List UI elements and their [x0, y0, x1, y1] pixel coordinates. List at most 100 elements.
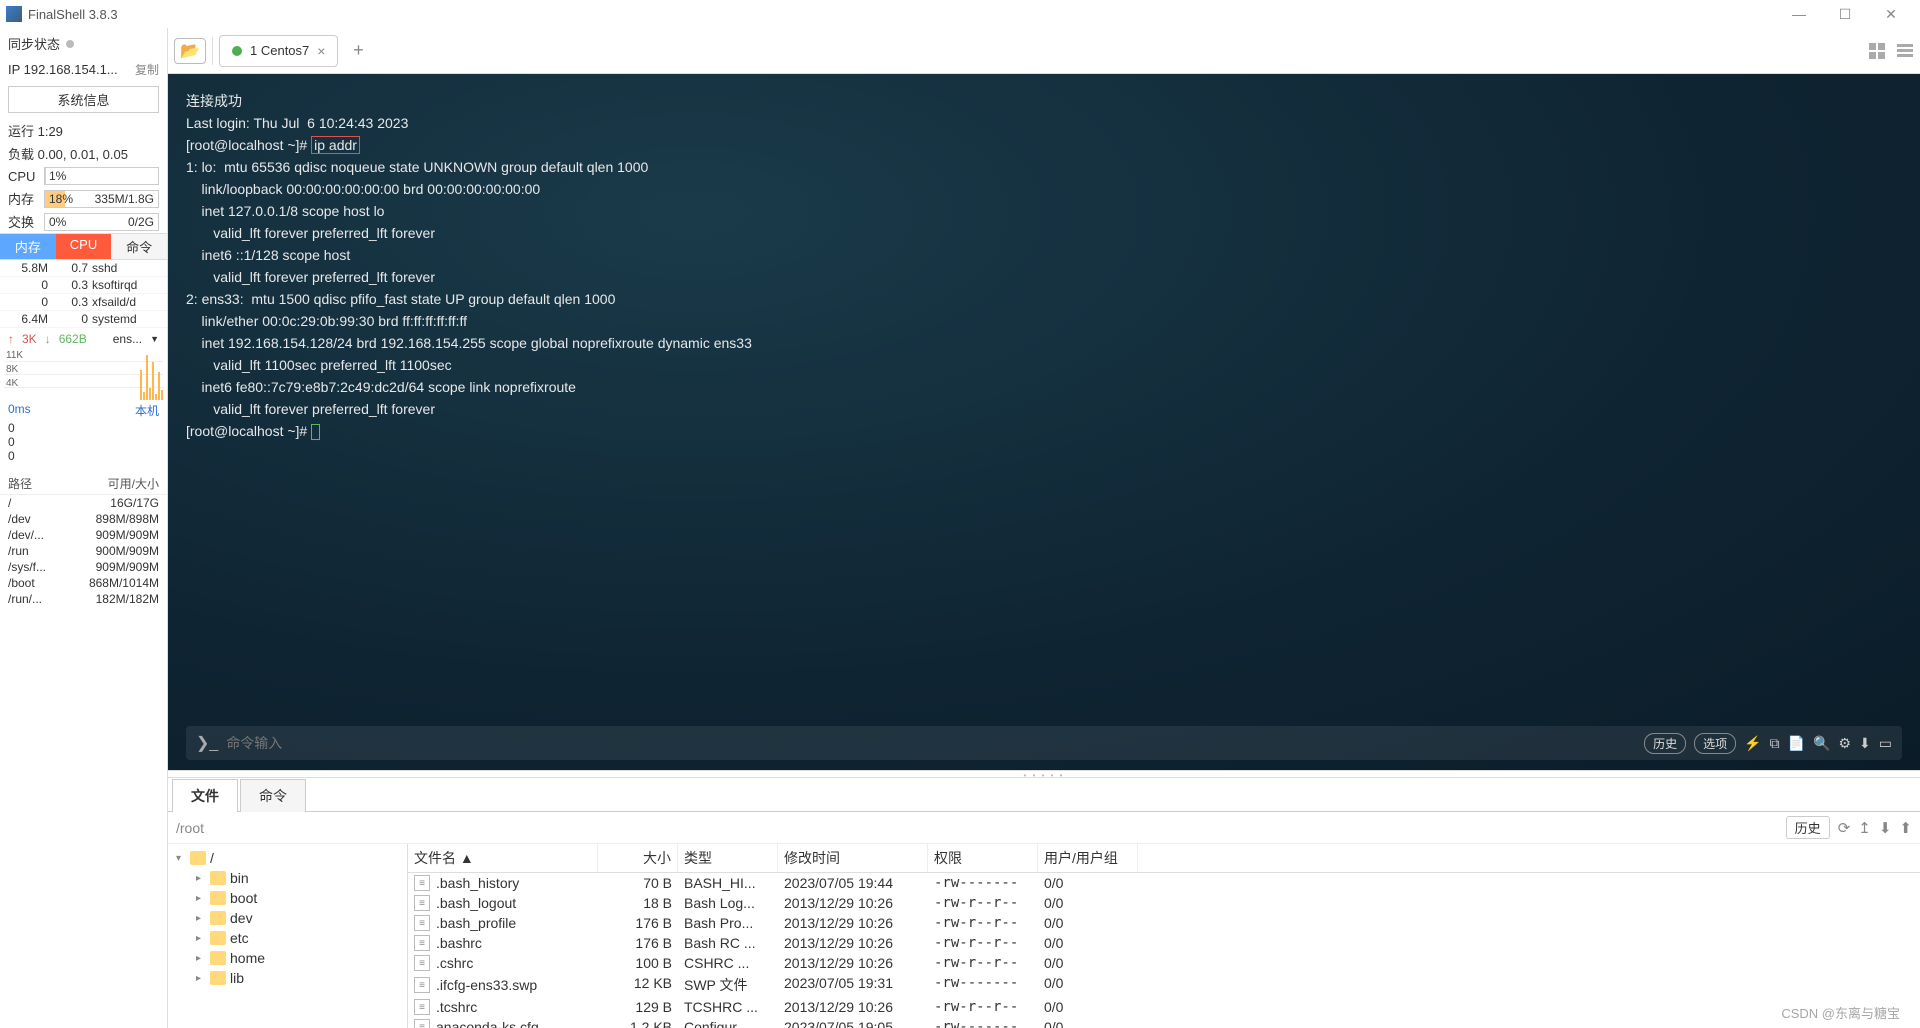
- sidebar: 同步状态 IP 192.168.154.1...复制 系统信息 运行 1:29 …: [0, 28, 168, 1028]
- chevron-down-icon[interactable]: ▼: [150, 334, 159, 344]
- copy-icon[interactable]: ⧉: [1770, 735, 1780, 752]
- open-folder-button[interactable]: 📂: [174, 38, 206, 64]
- network-chart: 11K 8K 4K: [4, 350, 163, 400]
- session-tab[interactable]: 1 Centos7 ×: [219, 35, 338, 67]
- app-icon: [6, 6, 22, 22]
- col-date[interactable]: 修改时间: [778, 844, 928, 872]
- status-dot-icon: [232, 46, 242, 56]
- file-row[interactable]: ≡.bashrc176 BBash RC ...2013/12/29 10:26…: [408, 933, 1920, 953]
- tree-node[interactable]: ▸dev: [168, 908, 407, 928]
- tab-memory[interactable]: 内存: [0, 234, 56, 259]
- close-button[interactable]: ✕: [1868, 6, 1914, 23]
- download-file-icon[interactable]: ⬇: [1879, 819, 1892, 837]
- download-icon[interactable]: ⬇: [1859, 735, 1871, 752]
- cpu-label: CPU: [8, 169, 38, 184]
- paste-icon[interactable]: 📄: [1788, 735, 1805, 752]
- disk-row: /dev898M/898M: [0, 511, 167, 527]
- swap-label: 交换: [8, 212, 38, 231]
- file-path: /root: [176, 820, 1778, 836]
- directory-tree: ▾/▸bin▸boot▸dev▸etc▸home▸lib: [168, 844, 408, 1028]
- settings-icon[interactable]: ⚙: [1838, 735, 1851, 752]
- tab-cpu[interactable]: CPU: [56, 234, 112, 259]
- ping-ms: 0ms: [8, 402, 31, 419]
- disk-table: 路径可用/大小 /16G/17G/dev898M/898M/dev/...909…: [0, 473, 167, 607]
- file-row[interactable]: ≡.cshrc100 BCSHRC ...2013/12/29 10:26-rw…: [408, 953, 1920, 973]
- file-icon: ≡: [414, 895, 430, 911]
- search-icon[interactable]: 🔍: [1813, 735, 1830, 752]
- titlebar: FinalShell 3.8.3 — ☐ ✕: [0, 0, 1920, 28]
- tab-cmd[interactable]: 命令: [111, 234, 167, 259]
- file-history-button[interactable]: 历史: [1786, 816, 1830, 839]
- file-row[interactable]: ≡.bash_history70 BBASH_HI...2023/07/05 1…: [408, 873, 1920, 893]
- refresh-icon[interactable]: ⟳: [1838, 819, 1851, 837]
- cpu-bar: 1%: [44, 167, 159, 185]
- file-icon: ≡: [414, 875, 430, 891]
- tree-node[interactable]: ▸bin: [168, 868, 407, 888]
- process-row[interactable]: 6.4M0systemd: [0, 311, 167, 328]
- folder-icon: [210, 871, 226, 885]
- minimize-button[interactable]: —: [1776, 6, 1822, 22]
- file-icon: ≡: [414, 955, 430, 971]
- tree-node[interactable]: ▸etc: [168, 928, 407, 948]
- splitter[interactable]: • • • • •: [168, 770, 1920, 778]
- folder-icon: [190, 851, 206, 865]
- system-info-button[interactable]: 系统信息: [8, 86, 159, 113]
- bolt-icon[interactable]: ⚡: [1744, 735, 1761, 752]
- col-size[interactable]: 大小: [598, 844, 678, 872]
- col-perm[interactable]: 权限: [928, 844, 1038, 872]
- tree-node[interactable]: ▸boot: [168, 888, 407, 908]
- mem-label: 内存: [8, 189, 38, 208]
- monitor-tabs: 内存 CPU 命令: [0, 233, 167, 260]
- disk-row: /run/...182M/182M: [0, 591, 167, 607]
- file-icon: ≡: [414, 935, 430, 951]
- disk-row: /boot868M/1014M: [0, 575, 167, 591]
- history-button[interactable]: 历史: [1644, 733, 1686, 754]
- file-row[interactable]: ≡.ifcfg-ens33.swp12 KBSWP 文件2023/07/05 1…: [408, 973, 1920, 997]
- uptime: 运行 1:29: [0, 119, 167, 142]
- file-row[interactable]: ≡.tcshrc129 BTCSHRC ...2013/12/29 10:26-…: [408, 997, 1920, 1017]
- options-button[interactable]: 选项: [1694, 733, 1736, 754]
- grid-view-icon[interactable]: [1868, 42, 1886, 60]
- folder-icon: [210, 951, 226, 965]
- tree-node[interactable]: ▸lib: [168, 968, 407, 988]
- session-tab-label: 1 Centos7: [250, 43, 309, 58]
- file-row[interactable]: ≡.bash_profile176 BBash Pro...2013/12/29…: [408, 913, 1920, 933]
- copy-ip-button[interactable]: 复制: [135, 61, 159, 78]
- terminal-icon: ❯_: [196, 733, 218, 753]
- fullscreen-icon[interactable]: ▭: [1879, 735, 1892, 752]
- watermark: CSDN @东离与糖宝: [1781, 1003, 1900, 1022]
- upload-icon[interactable]: ↥: [1858, 819, 1871, 837]
- terminal[interactable]: 连接成功 Last login: Thu Jul 6 10:24:43 2023…: [168, 74, 1920, 770]
- upload-file-icon[interactable]: ⬆: [1899, 819, 1912, 837]
- tab-files[interactable]: 文件: [172, 779, 238, 812]
- process-list: 5.8M0.7sshd00.3ksoftirqd00.3xfsaild/d6.4…: [0, 260, 167, 328]
- file-row[interactable]: ≡.bash_logout18 BBash Log...2013/12/29 1…: [408, 893, 1920, 913]
- tree-node[interactable]: ▸home: [168, 948, 407, 968]
- process-row[interactable]: 00.3ksoftirqd: [0, 277, 167, 294]
- process-row[interactable]: 5.8M0.7sshd: [0, 260, 167, 277]
- command-bar: ❯_ 历史 选项 ⚡ ⧉ 📄 🔍 ⚙ ⬇ ▭: [186, 726, 1902, 760]
- close-tab-button[interactable]: ×: [317, 43, 325, 59]
- disk-row: /16G/17G: [0, 495, 167, 511]
- maximize-button[interactable]: ☐: [1822, 6, 1868, 23]
- file-icon: ≡: [414, 977, 430, 993]
- file-icon: ≡: [414, 915, 430, 931]
- sync-status-icon: [66, 40, 74, 48]
- tree-node[interactable]: ▾/: [168, 848, 407, 868]
- sync-label: 同步状态: [8, 34, 60, 53]
- process-row[interactable]: 00.3xfsaild/d: [0, 294, 167, 311]
- ip-label: IP 192.168.154.1...: [8, 62, 118, 77]
- network-row: ↑3K ↓662B ens...▼: [0, 328, 167, 350]
- col-owner[interactable]: 用户/用户组: [1038, 844, 1138, 872]
- col-type[interactable]: 类型: [678, 844, 778, 872]
- file-row[interactable]: ≡anaconda-ks.cfg1.2 KBConfigur...2023/07…: [408, 1017, 1920, 1028]
- list-view-icon[interactable]: [1896, 42, 1914, 60]
- folder-icon: [210, 891, 226, 905]
- col-name[interactable]: 文件名 ▲: [408, 844, 598, 872]
- command-input[interactable]: [226, 735, 1636, 751]
- disk-row: /run900M/909M: [0, 543, 167, 559]
- tab-commands[interactable]: 命令: [240, 779, 306, 812]
- disk-row: /sys/f...909M/909M: [0, 559, 167, 575]
- new-tab-button[interactable]: +: [344, 40, 372, 61]
- download-icon: ↓: [45, 332, 51, 346]
